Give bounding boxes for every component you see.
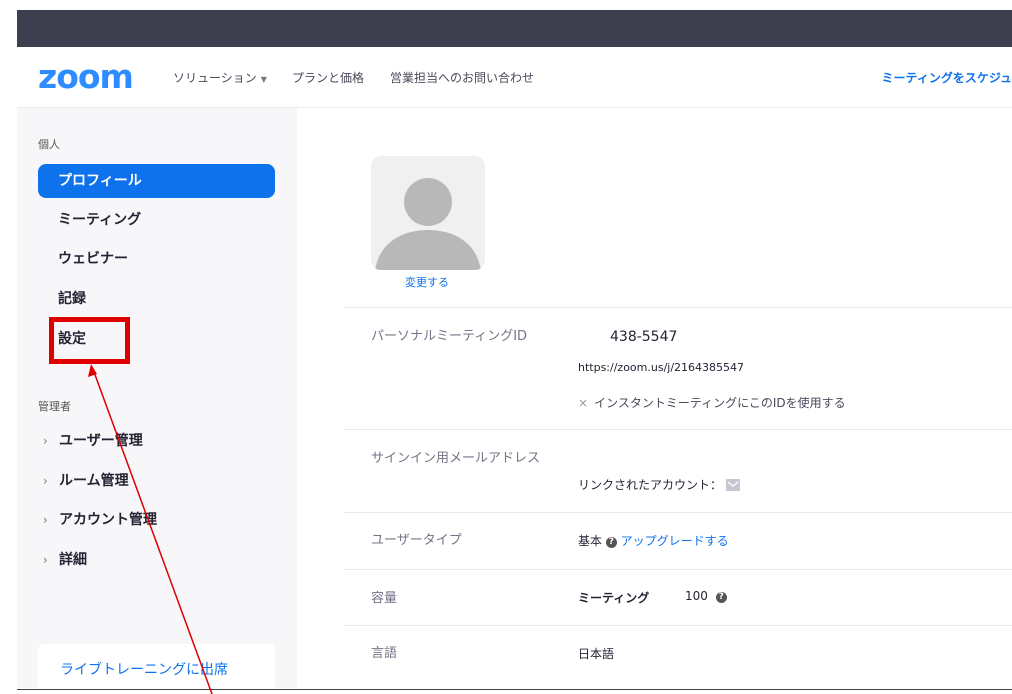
annotation-arrow [88,364,213,694]
